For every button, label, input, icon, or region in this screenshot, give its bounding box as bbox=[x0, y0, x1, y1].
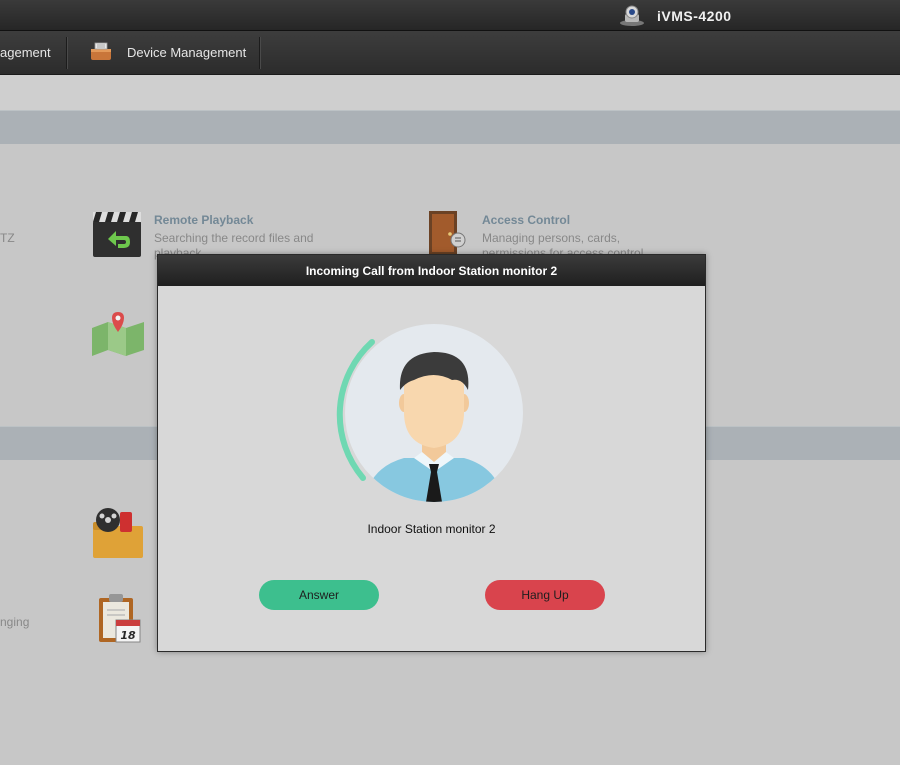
menu-separator bbox=[259, 37, 260, 69]
title-bar: iVMS-4200 bbox=[0, 0, 900, 31]
app-title: iVMS-4200 bbox=[657, 8, 732, 24]
person-avatar-icon bbox=[336, 324, 523, 502]
caller-name: Indoor Station monitor 2 bbox=[367, 522, 496, 536]
menu-item-device-management[interactable]: Device Management bbox=[127, 45, 246, 60]
hang-up-button[interactable]: Hang Up bbox=[485, 580, 605, 610]
toolbox-icon bbox=[91, 42, 111, 60]
menu-separator bbox=[66, 37, 67, 69]
camera-icon bbox=[620, 5, 644, 26]
menu-bar: agement Device Management bbox=[0, 31, 900, 75]
answer-button[interactable]: Answer bbox=[259, 580, 379, 610]
incoming-call-dialog: Incoming Call from Indoor Station monito… bbox=[157, 254, 706, 652]
dialog-title: Incoming Call from Indoor Station monito… bbox=[305, 264, 558, 278]
menu-item-management[interactable]: agement bbox=[0, 45, 51, 60]
dialog-header: Incoming Call from Indoor Station monito… bbox=[158, 255, 705, 286]
